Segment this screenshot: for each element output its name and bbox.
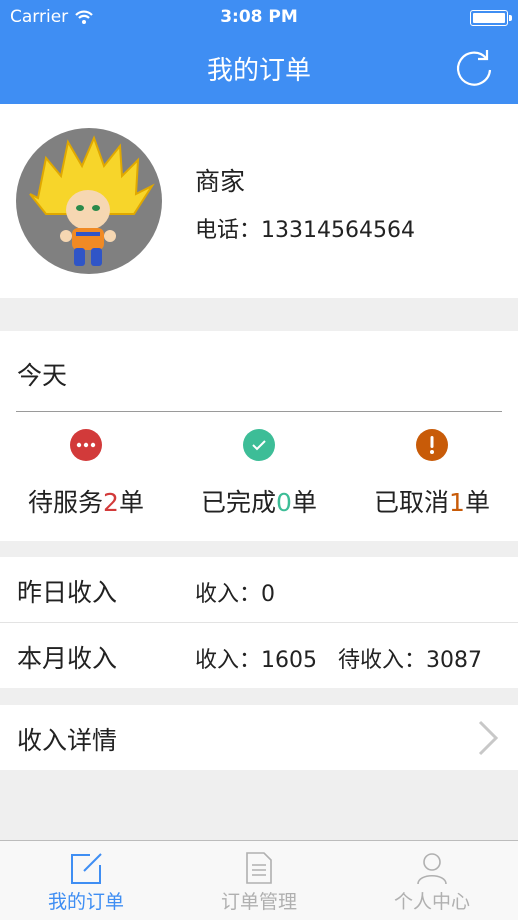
profile-card: 商家 电话：13314564564 [0,104,518,298]
income-details-row[interactable]: 收入详情 [0,705,518,770]
tab-personal-center[interactable]: 个人中心 [346,841,518,920]
stat-pending-label: 待服务2单 [28,488,144,517]
stat-pending[interactable]: 待服务2单 [0,429,172,519]
divider [16,411,502,412]
stat-cancelled-count: 1 [449,488,465,517]
chevron-right-icon [478,720,499,756]
check-icon [243,429,275,461]
income-details-label: 收入详情 [17,726,118,755]
tab-bar: 我的订单 订单管理 个人中心 [0,840,518,920]
tab-personal-center-label: 个人中心 [393,891,470,913]
refresh-icon[interactable] [452,46,496,90]
exclamation-icon [416,429,448,461]
merchant-phone: 电话：13314564564 [195,218,415,243]
yesterday-income-row: 昨日收入 收入：0 [0,557,518,622]
yesterday-income-value: 收入：0 [195,582,275,607]
month-income-label: 本月收入 [17,644,118,673]
navigation-bar: Carrier 3:08 PM 我的订单 [0,0,518,104]
stat-cancelled[interactable]: 已取消1单 [346,429,518,519]
status-time: 3:08 PM [220,7,298,27]
stat-pending-count: 2 [103,488,119,517]
person-icon [417,853,447,885]
yesterday-income-label: 昨日收入 [17,578,118,607]
month-income-value: 收入：1605 待收入：3087 [195,648,482,673]
tab-my-orders[interactable]: 我的订单 [0,841,172,920]
avatar[interactable] [16,128,162,274]
stat-completed[interactable]: 已完成0单 [173,429,345,519]
today-label: 今天 [17,361,68,390]
page-title: 我的订单 [206,56,311,86]
stat-completed-count: 0 [276,488,292,517]
tab-my-orders-label: 我的订单 [47,891,124,913]
today-panel: 今天 待服务2单 已完成0单 已取消1单 [0,331,518,541]
more-dots-icon [70,429,102,461]
stat-completed-label: 已完成0单 [201,488,317,517]
status-bar: Carrier 3:08 PM [0,0,518,36]
document-icon [246,852,272,884]
stat-cancelled-label: 已取消1单 [374,488,490,517]
battery-icon [470,10,512,26]
tab-order-management-label: 订单管理 [220,891,297,913]
avatar-character-image [29,135,155,266]
tab-order-management[interactable]: 订单管理 [173,841,345,920]
merchant-name: 商家 [195,167,246,196]
month-income-row: 本月收入 收入：1605 待收入：3087 [0,623,518,688]
edit-icon [71,853,102,884]
